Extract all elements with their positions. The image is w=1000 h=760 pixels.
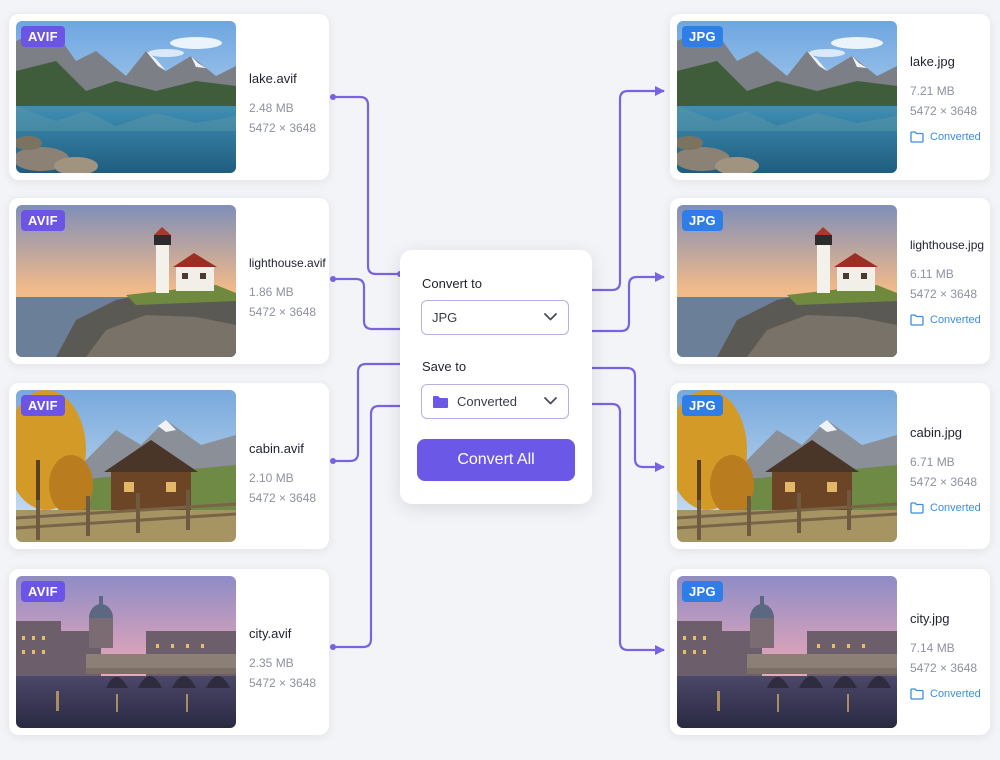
converted-folder-label: Converted bbox=[930, 131, 981, 143]
connector-cabin-out bbox=[592, 366, 665, 472]
file-size: 2.35 MB bbox=[249, 656, 294, 670]
thumbnail-lighthouse: AVIF bbox=[16, 205, 236, 357]
file-size: 6.71 MB bbox=[910, 455, 955, 469]
thumbnail-lake: AVIF bbox=[16, 21, 236, 173]
converted-folder-link[interactable]: Converted bbox=[910, 688, 981, 700]
file-meta: 6.11 MB 5472 × 3648 bbox=[910, 264, 984, 304]
file-meta: 2.48 MB 5472 × 3648 bbox=[249, 98, 316, 138]
file-dimensions: 5472 × 3648 bbox=[910, 287, 978, 301]
format-select-value: JPG bbox=[432, 310, 458, 325]
file-name: lake.jpg bbox=[910, 54, 955, 69]
file-size: 1.86 MB bbox=[249, 285, 294, 299]
converted-folder-link[interactable]: Converted bbox=[910, 502, 981, 514]
file-size: 7.21 MB bbox=[910, 84, 955, 98]
source-card-lighthouse[interactable]: AVIF lighthouse.avif 1.86 MB 5472 × 3648 bbox=[9, 198, 329, 364]
converted-folder-link[interactable]: Converted bbox=[910, 131, 981, 143]
output-card-city[interactable]: JPG city.jpg 7.14 MB 5472 × 3648 Convert… bbox=[670, 569, 990, 735]
connector-city-out bbox=[592, 402, 665, 655]
folder-select[interactable]: Converted bbox=[421, 384, 569, 419]
file-name: city.avif bbox=[249, 626, 292, 641]
folder-outline-icon bbox=[910, 502, 924, 514]
file-dimensions: 5472 × 3648 bbox=[910, 475, 978, 489]
converted-folder-label: Converted bbox=[930, 688, 981, 700]
thumbnail-lighthouse: JPG bbox=[677, 205, 897, 357]
file-meta: 1.86 MB 5472 × 3648 bbox=[249, 282, 326, 322]
converted-folder-label: Converted bbox=[930, 502, 981, 514]
file-dimensions: 5472 × 3648 bbox=[249, 121, 317, 135]
file-meta: 7.21 MB 5472 × 3648 bbox=[910, 81, 981, 121]
connector-lighthouse-in bbox=[333, 277, 400, 331]
source-card-lake[interactable]: AVIF lake.avif 2.48 MB 5472 × 3648 bbox=[9, 14, 329, 180]
file-meta: 2.35 MB 5472 × 3648 bbox=[249, 653, 316, 693]
convert-to-label: Convert to bbox=[422, 276, 482, 291]
file-size: 6.11 MB bbox=[910, 267, 954, 281]
file-name: cabin.jpg bbox=[910, 425, 963, 440]
format-select[interactable]: JPG bbox=[421, 300, 569, 335]
source-card-city[interactable]: AVIF city.avif 2.35 MB 5472 × 3648 bbox=[9, 569, 329, 735]
file-name: lake.avif bbox=[249, 71, 297, 86]
connector-lighthouse-out bbox=[592, 272, 665, 333]
output-card-lighthouse[interactable]: JPG lighthouse.jpg 6.11 MB 5472 × 3648 C… bbox=[670, 198, 990, 364]
output-card-cabin[interactable]: JPG cabin.jpg 6.71 MB 5472 × 3648 Conver… bbox=[670, 383, 990, 549]
file-size: 7.14 MB bbox=[910, 641, 955, 655]
format-badge: AVIF bbox=[21, 210, 65, 231]
folder-filled-icon bbox=[433, 395, 448, 408]
folder-select-value: Converted bbox=[457, 394, 517, 409]
file-meta: 2.10 MB 5472 × 3648 bbox=[249, 468, 316, 508]
format-badge: AVIF bbox=[21, 581, 65, 602]
conversion-panel: Convert to JPG Save to Converted Convert… bbox=[400, 250, 592, 504]
folder-outline-icon bbox=[910, 131, 924, 143]
thumbnail-city: AVIF bbox=[16, 576, 236, 728]
format-badge: JPG bbox=[682, 581, 723, 602]
folder-outline-icon bbox=[910, 314, 924, 326]
format-badge: AVIF bbox=[21, 395, 65, 416]
thumbnail-lake: JPG bbox=[677, 21, 897, 173]
file-name: lighthouse.avif bbox=[249, 256, 326, 270]
file-name: city.jpg bbox=[910, 611, 950, 626]
file-size: 2.48 MB bbox=[249, 101, 294, 115]
format-badge: JPG bbox=[682, 26, 723, 47]
save-to-label: Save to bbox=[422, 359, 467, 374]
format-badge: JPG bbox=[682, 395, 723, 416]
file-dimensions: 5472 × 3648 bbox=[910, 104, 978, 118]
file-dimensions: 5472 × 3648 bbox=[910, 661, 978, 675]
chevron-down-icon bbox=[544, 397, 557, 405]
thumbnail-city: JPG bbox=[677, 576, 897, 728]
file-dimensions: 5472 × 3648 bbox=[249, 305, 317, 319]
convert-all-button[interactable]: Convert All bbox=[417, 439, 575, 481]
converted-folder-label: Converted bbox=[930, 314, 981, 326]
folder-outline-icon bbox=[910, 688, 924, 700]
format-badge: AVIF bbox=[21, 26, 65, 47]
file-dimensions: 5472 × 3648 bbox=[249, 676, 317, 690]
connector-lake-out bbox=[592, 86, 665, 292]
source-card-cabin[interactable]: AVIF cabin.avif 2.10 MB 5472 × 3648 bbox=[9, 383, 329, 549]
format-badge: JPG bbox=[682, 210, 723, 231]
file-size: 2.10 MB bbox=[249, 471, 294, 485]
file-name: lighthouse.jpg bbox=[910, 238, 985, 252]
thumbnail-cabin: AVIF bbox=[16, 390, 236, 542]
chevron-down-icon bbox=[544, 313, 557, 321]
connector-cabin-in bbox=[333, 362, 400, 463]
thumbnail-cabin: JPG bbox=[677, 390, 897, 542]
converted-folder-link[interactable]: Converted bbox=[910, 314, 984, 326]
file-meta: 6.71 MB 5472 × 3648 bbox=[910, 452, 981, 492]
file-dimensions: 5472 × 3648 bbox=[249, 491, 317, 505]
file-name: cabin.avif bbox=[249, 441, 304, 456]
connector-city-in bbox=[333, 404, 400, 649]
file-meta: 7.14 MB 5472 × 3648 bbox=[910, 638, 981, 678]
output-card-lake[interactable]: JPG lake.jpg 7.21 MB 5472 × 3648 Convert… bbox=[670, 14, 990, 180]
connector-lake-in bbox=[333, 95, 400, 276]
